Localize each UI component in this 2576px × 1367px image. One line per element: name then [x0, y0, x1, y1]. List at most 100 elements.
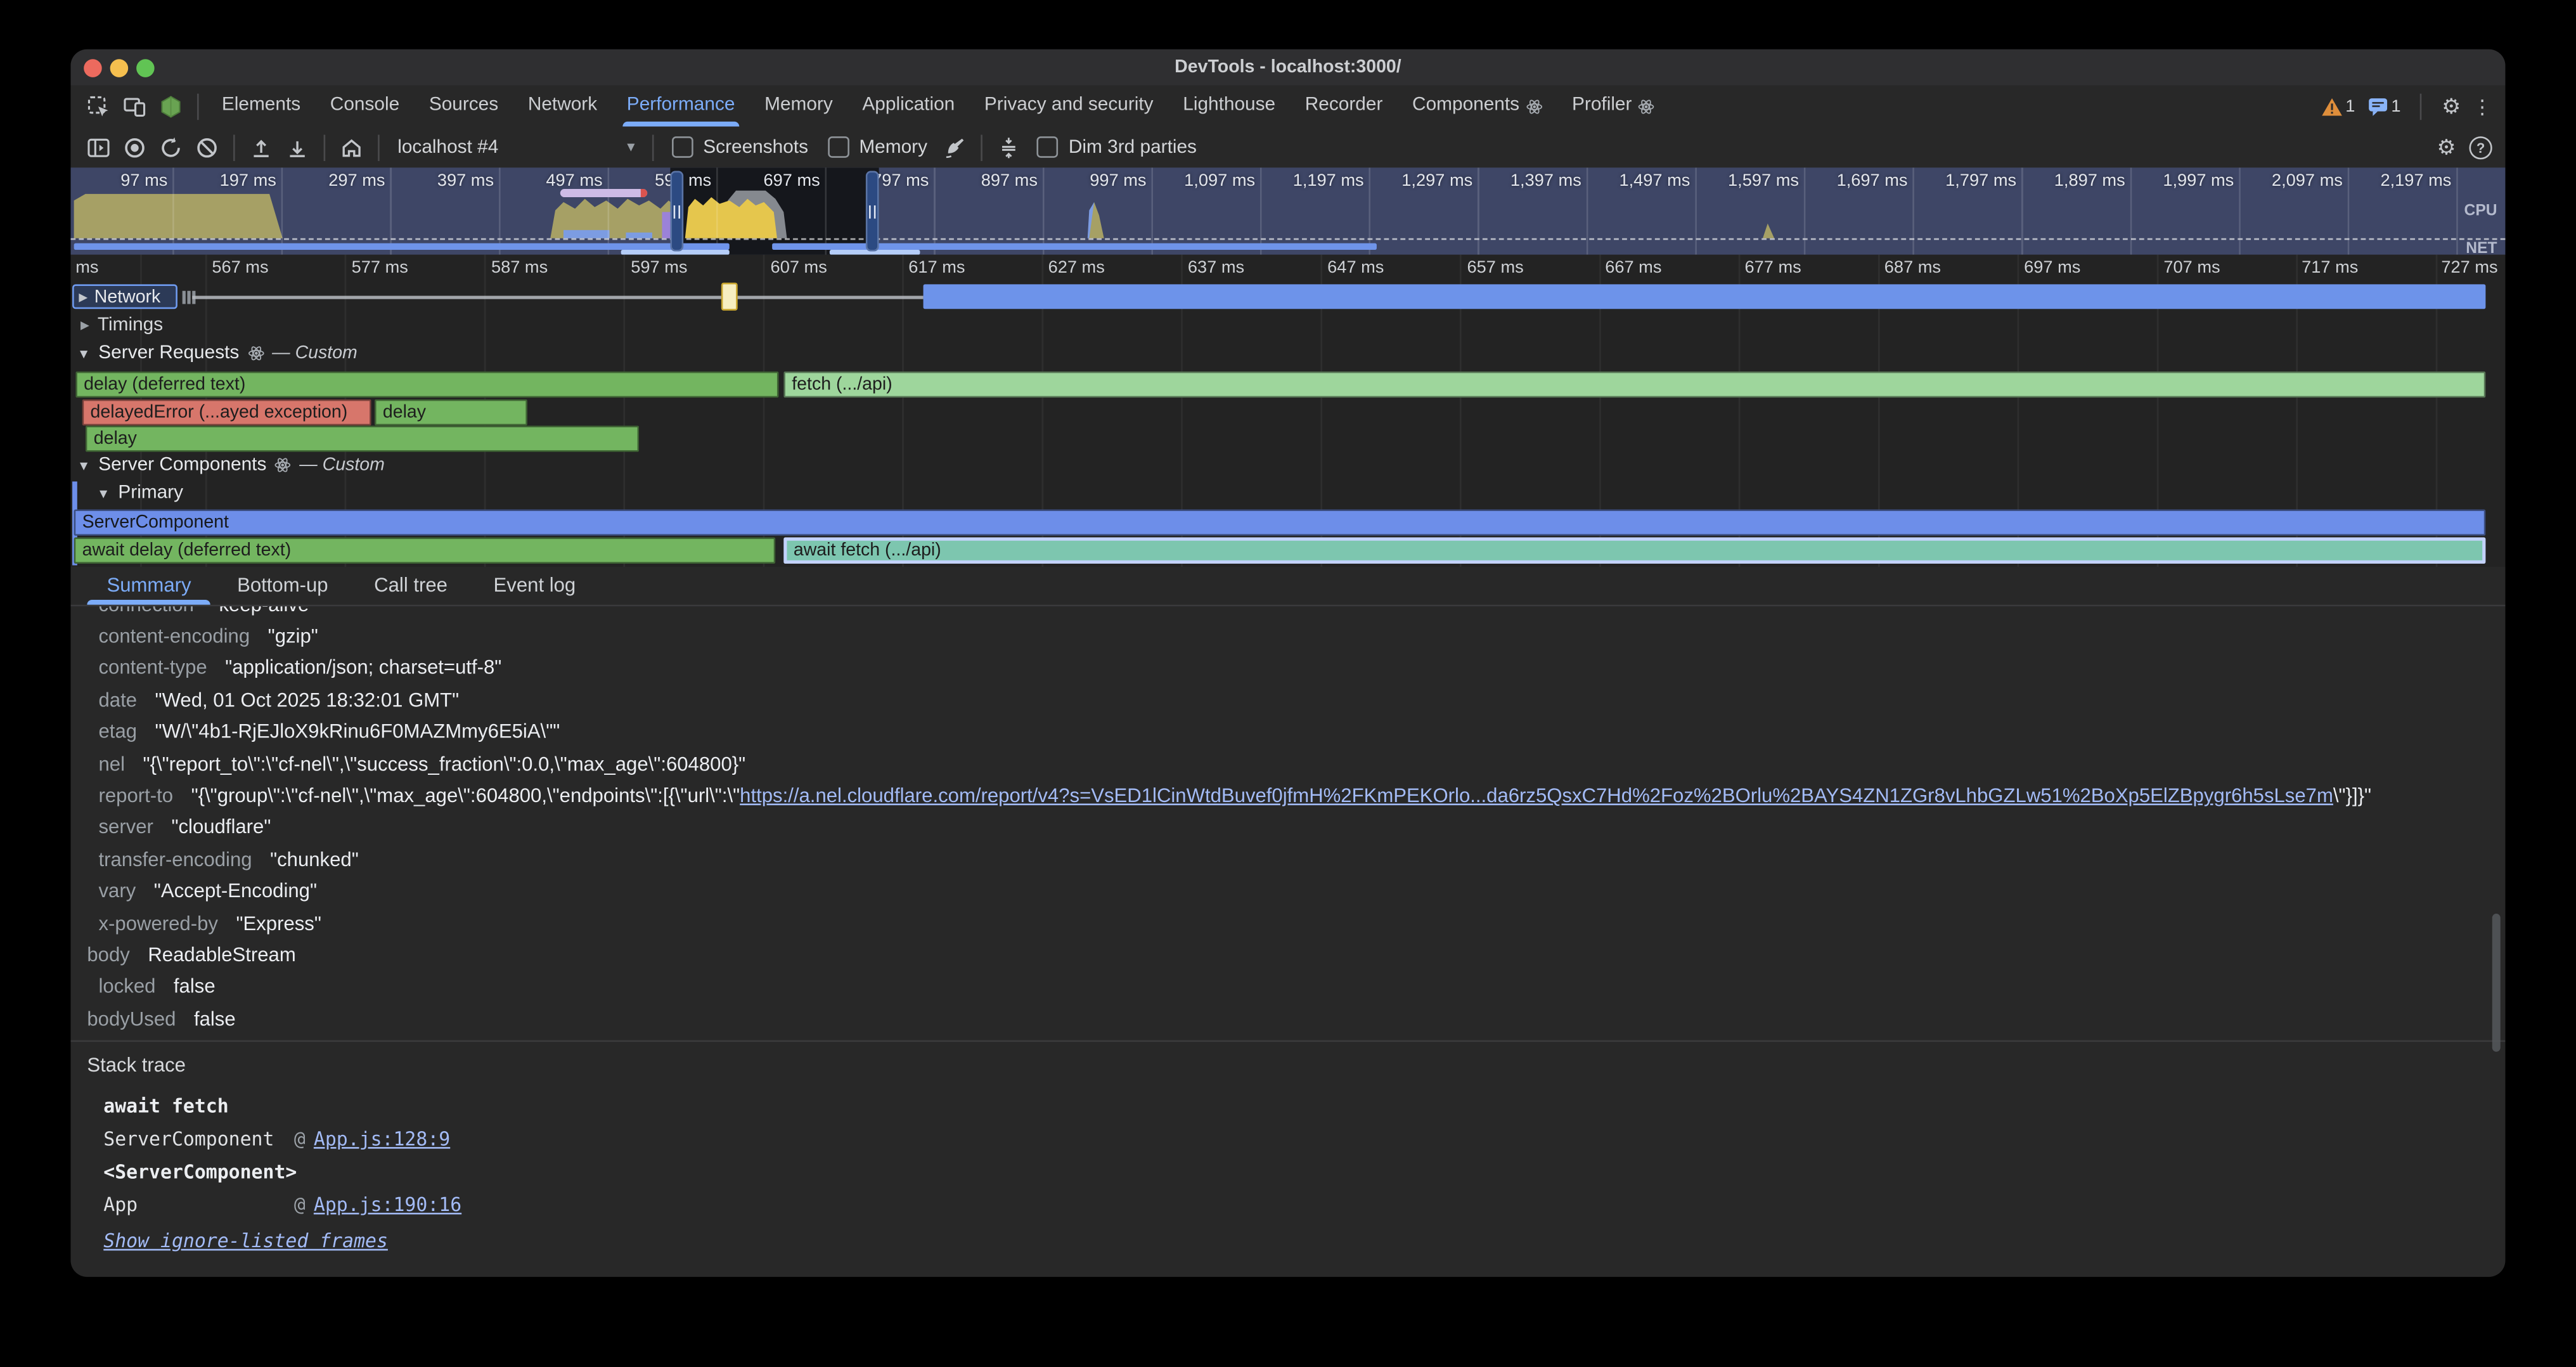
panel-tab-label: Sources	[429, 86, 498, 127]
ruler-tick-label: 697 ms	[2024, 258, 2080, 278]
flame-event-bar[interactable]: delay	[375, 399, 527, 425]
history-dropdown[interactable]: localhost #4 ▼	[388, 131, 644, 162]
panel-tab[interactable]: Recorder	[1290, 86, 1397, 127]
details-tab[interactable]: Bottom-up	[214, 567, 351, 605]
collapse-tracks-icon[interactable]	[995, 133, 1024, 162]
panel-tab[interactable]: Lighthouse	[1168, 86, 1291, 127]
overview-tick-label: 1,097 ms	[1184, 171, 1260, 191]
panel-tab-label: Elements	[222, 86, 300, 127]
upload-profile-icon[interactable]	[247, 133, 276, 162]
overview-tick-label: 2,097 ms	[2272, 171, 2348, 191]
selection-right-handle[interactable]	[866, 171, 879, 252]
memory-toggle[interactable]: Memory	[828, 136, 927, 158]
source-location-link[interactable]: App.js:190:16	[314, 1193, 461, 1216]
network-request-marker[interactable]	[721, 283, 738, 311]
flame-event-bar[interactable]: await delay (deferred text)	[74, 538, 776, 564]
stack-trace-entry: App@App.js:190:16	[103, 1193, 461, 1216]
overview-tick-label: 1,397 ms	[1510, 171, 1587, 191]
report-url-link[interactable]: https://a.nel.cloudflare.com/report/v4?s…	[740, 784, 2333, 807]
primary-lane-label: Primary	[118, 483, 183, 503]
overview-tick-label: 997 ms	[1090, 171, 1151, 191]
help-icon[interactable]: ?	[2469, 136, 2492, 159]
toggle-sidebar-icon[interactable]	[84, 133, 113, 162]
screenshots-toggle[interactable]: Screenshots	[672, 136, 808, 158]
clear-icon[interactable]	[192, 133, 222, 162]
header-key: etag	[99, 720, 138, 743]
summary-scrollbar[interactable]	[2492, 914, 2501, 1052]
panel-tab[interactable]: Network	[513, 86, 612, 127]
header-row: bodyReadableStream	[87, 940, 2492, 972]
flame-chart[interactable]: ms567 ms577 ms587 ms597 ms607 ms617 ms62…	[70, 255, 2505, 567]
custom-track-suffix: — Custom	[299, 455, 385, 475]
details-tab[interactable]: Call tree	[351, 567, 470, 605]
warning-count: 1	[2345, 96, 2355, 116]
reload-record-icon[interactable]	[156, 133, 186, 162]
server-requests-track-header[interactable]: ▼ Server Requests — Custom	[77, 344, 357, 363]
panel-tab[interactable]: Elements	[207, 86, 316, 127]
panel-tab[interactable]: Performance	[612, 86, 749, 127]
panel-tab[interactable]: Sources	[414, 86, 513, 127]
ruler-tick-label: 577 ms	[352, 258, 408, 278]
warnings-indicator[interactable]: 1	[2321, 96, 2355, 116]
server-components-track-header[interactable]: ▼ Server Components — Custom	[77, 455, 385, 475]
flame-event-bar[interactable]: delay	[86, 425, 639, 451]
overview-tick-label: 397 ms	[437, 171, 499, 191]
header-key: vary	[99, 879, 136, 902]
server-components-title: Server Components	[98, 455, 266, 475]
expand-arrow-icon: ▶	[79, 290, 87, 303]
screenshots-checkbox[interactable]	[672, 136, 693, 158]
dim-3rd-parties-toggle[interactable]: Dim 3rd parties	[1038, 136, 1197, 158]
panel-tab[interactable]: Privacy and security	[970, 86, 1168, 127]
messages-indicator[interactable]: 1	[2366, 95, 2400, 117]
chevron-down-icon: ▼	[624, 139, 638, 154]
toolbar-divider	[652, 134, 654, 160]
show-ignore-listed-frames-link[interactable]: Show ignore-listed frames	[103, 1229, 388, 1252]
kebab-menu-icon[interactable]: ⋮	[2473, 96, 2492, 116]
header-row: bodyUsedfalse	[87, 1004, 2492, 1035]
flame-event-bar[interactable]: fetch (.../api)	[783, 372, 2485, 398]
settings-gear-icon[interactable]: ⚙	[2442, 95, 2461, 117]
inspect-element-icon[interactable]	[84, 91, 113, 121]
download-profile-icon[interactable]	[283, 133, 312, 162]
selection-left-handle[interactable]	[670, 171, 683, 252]
ruler-tick-label: ms	[75, 258, 98, 278]
memory-checkbox[interactable]	[828, 136, 849, 158]
dim-3rd-parties-checkbox[interactable]	[1038, 136, 1059, 158]
panel-tab-label: Application	[862, 86, 955, 127]
details-tab[interactable]: Event log	[470, 567, 598, 605]
device-toolbar-icon[interactable]	[120, 91, 150, 121]
warning-icon	[2321, 96, 2342, 116]
panel-tab-label: Recorder	[1305, 86, 1383, 127]
header-row: etag"W/\"4b1-RjEJloX9kRinu6F0MAZMmy6E5iA…	[99, 717, 2492, 749]
stack-frame-name: ServerComponent	[103, 1127, 294, 1150]
flame-event-bar[interactable]: await fetch (.../api)	[783, 538, 2485, 564]
network-request-bar[interactable]	[924, 284, 2486, 309]
home-icon[interactable]	[337, 133, 366, 162]
panel-tab[interactable]: Profiler	[1557, 86, 1670, 127]
header-key: report-to	[99, 784, 174, 807]
flame-event-bar[interactable]: delay (deferred text)	[75, 372, 778, 398]
summary-pane[interactable]: connection"keep-alive" content-encoding"…	[70, 606, 2505, 1040]
title-bar[interactable]: DevTools - localhost:3000/	[70, 49, 2505, 87]
panel-tab[interactable]: Components	[1398, 86, 1557, 127]
details-tab[interactable]: Summary	[84, 567, 214, 605]
timeline-overview[interactable]: 97 ms197 ms297 ms397 ms497 ms597 ms697 m…	[70, 167, 2505, 254]
timings-track-header[interactable]: ▶ Timings	[80, 316, 163, 335]
record-icon[interactable]	[120, 133, 150, 162]
timings-track-label: Timings	[98, 316, 163, 335]
panel-tab[interactable]: Application	[847, 86, 969, 127]
primary-lane-header[interactable]: ▼ Primary	[97, 483, 183, 503]
network-track-header[interactable]: ▶ Network	[72, 284, 177, 309]
node-hexagon-icon[interactable]	[156, 91, 186, 121]
header-row: x-powered-by"Express"	[99, 908, 2492, 940]
source-location-link[interactable]: App.js:128:9	[314, 1127, 450, 1150]
panel-settings-gear-icon[interactable]: ⚙	[2437, 136, 2456, 158]
flame-event-bar[interactable]: ServerComponent	[74, 509, 2486, 535]
header-key: x-powered-by	[99, 911, 218, 934]
garbage-collect-icon[interactable]	[941, 133, 970, 162]
overview-tick-label: 97 ms	[120, 171, 172, 191]
panel-tab[interactable]: Memory	[750, 86, 847, 127]
panel-tab[interactable]: Console	[315, 86, 414, 127]
panel-tab-label: Lighthouse	[1183, 86, 1275, 127]
flame-event-bar[interactable]: delayedError (...ayed exception)	[82, 399, 371, 425]
